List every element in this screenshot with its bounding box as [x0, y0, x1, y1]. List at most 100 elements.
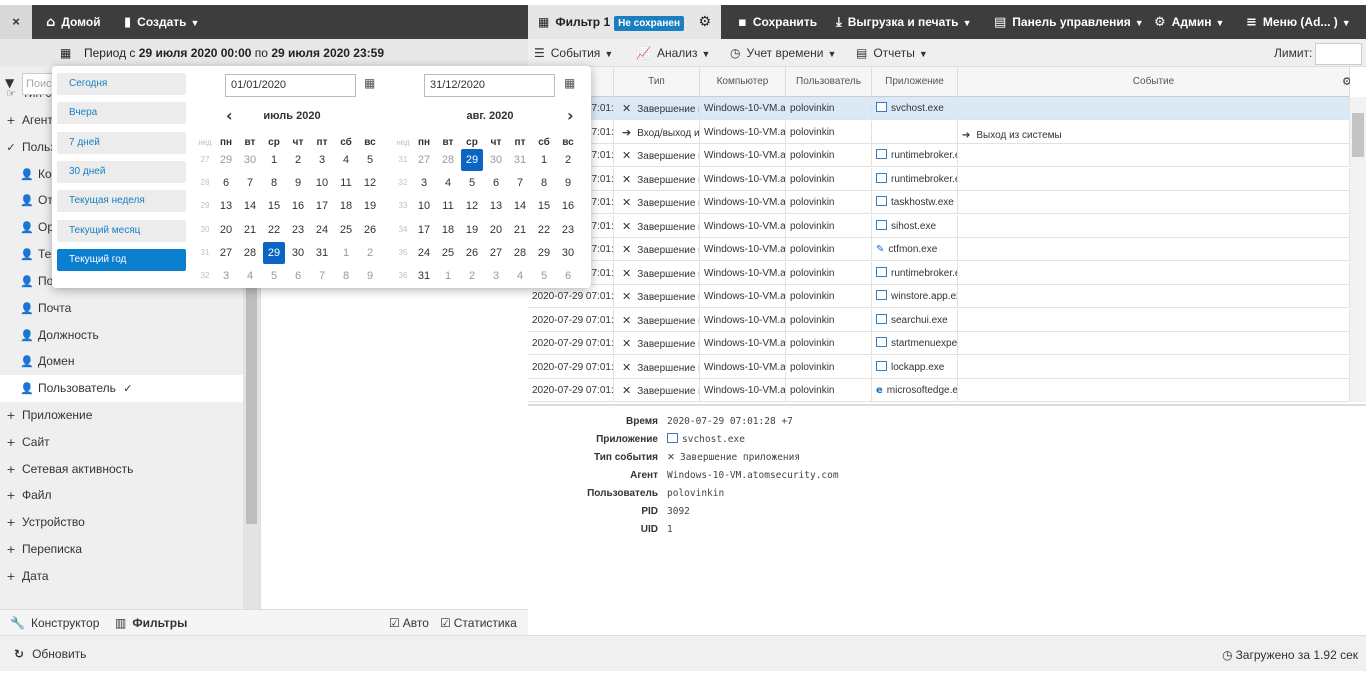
calendar-day[interactable]: 7 [509, 172, 531, 194]
sidebar-item[interactable]: + Файл [0, 482, 243, 509]
table-row[interactable]: 2020-07-29 07:01:28✕Завершение приложени… [528, 144, 1350, 167]
calendar-day[interactable]: 15 [533, 195, 555, 217]
calendar-day[interactable]: 22 [263, 219, 285, 241]
dashboard-menu[interactable]: ▤ Панель управления ▼ [994, 5, 1144, 39]
calendar-day[interactable]: 11 [335, 172, 357, 194]
preset-button[interactable]: Текущая неделя [57, 190, 186, 213]
calendar-day[interactable]: 20 [485, 219, 507, 241]
calendar-day[interactable]: 27 [215, 242, 237, 264]
calendar-day[interactable]: 8 [335, 265, 357, 287]
calendar-day[interactable]: 12 [461, 195, 483, 217]
table-row[interactable]: 2020-07-29 07:01:28✕Завершение приложени… [528, 97, 1350, 120]
tab-constructor[interactable]: 🔧 Конструктор [10, 610, 99, 636]
calendar-day[interactable]: 19 [461, 219, 483, 241]
calendar-day[interactable]: 31 [413, 265, 435, 287]
column-header[interactable]: Событие [958, 67, 1350, 97]
calendar-day[interactable]: 2 [287, 149, 309, 171]
sidebar-item[interactable]: + Переписка [0, 536, 243, 563]
calendar-day[interactable]: 3 [413, 172, 435, 194]
events-menu[interactable]: ☰ События ▼ [534, 39, 613, 67]
tab-filter-1[interactable]: ▦ Фильтр 1 Не сохранен ⚙ [528, 5, 721, 39]
calendar-day[interactable]: 2 [359, 242, 381, 264]
admin-menu[interactable]: ⚙ Админ ▼ [1154, 5, 1224, 39]
calendar-day[interactable]: 28 [437, 149, 459, 171]
calendar-day[interactable]: 24 [413, 242, 435, 264]
sidebar-item[interactable]: + Устройство [0, 509, 243, 536]
calendar-day[interactable]: 10 [311, 172, 333, 194]
calendar-day[interactable]: 6 [557, 265, 579, 287]
calendar-day[interactable]: 19 [359, 195, 381, 217]
calendar-day[interactable]: 1 [263, 149, 285, 171]
calendar-day[interactable]: 2 [557, 149, 579, 171]
calendar-day[interactable]: 30 [485, 149, 507, 171]
sidebar-item[interactable]: + Сайт [0, 429, 243, 456]
calendar-day[interactable]: 21 [239, 219, 261, 241]
preset-button[interactable]: Текущий год [57, 248, 186, 271]
export-menu[interactable]: ⤓ Выгрузка и печать ▼ [836, 5, 971, 39]
home-button[interactable]: ⌂ Домой [46, 5, 101, 39]
calendar-day[interactable]: 26 [359, 219, 381, 241]
date-to-input[interactable]: 31/12/2020 [424, 74, 555, 97]
auto-checkbox[interactable]: ☑ Авто [389, 610, 429, 636]
calendar-day[interactable]: 4 [437, 172, 459, 194]
sidebar-item[interactable]: 👤 Почта [0, 295, 243, 322]
calendar-day[interactable]: 29 [215, 149, 237, 171]
calendar-day[interactable]: 28 [509, 242, 531, 264]
sidebar-item[interactable]: 👤 Пользователь ✓ [0, 375, 243, 402]
calendar-day[interactable]: 18 [335, 195, 357, 217]
calendar-day[interactable]: 16 [557, 195, 579, 217]
calendar-day[interactable]: 5 [461, 172, 483, 194]
calendar-day[interactable]: 5 [533, 265, 555, 287]
calendar-day[interactable]: 25 [335, 219, 357, 241]
column-header[interactable]: Пользователь [786, 67, 872, 97]
calendar-day[interactable]: 4 [335, 149, 357, 171]
table-row[interactable]: 2020-07-29 07:01:28✕Завершение приложени… [528, 214, 1350, 238]
preset-button[interactable]: 7 дней [57, 131, 186, 154]
calendar-day[interactable]: 4 [509, 265, 531, 287]
sidebar-item[interactable]: + Дата [0, 563, 243, 590]
calendar-day[interactable]: 8 [533, 172, 555, 194]
calendar-day[interactable]: 15 [263, 195, 285, 217]
calendar-day[interactable]: 23 [287, 219, 309, 241]
calendar-icon[interactable]: ▦ [364, 76, 375, 90]
table-row[interactable]: 2020-07-29 07:01:28✕Завершение приложени… [528, 238, 1350, 261]
preset-button[interactable]: Сегодня [57, 73, 186, 95]
table-row[interactable]: 2020-07-29 07:01:28✕Завершение приложени… [528, 261, 1350, 285]
preset-button[interactable]: Текущий месяц [57, 219, 186, 242]
table-scrollbar[interactable] [1350, 97, 1366, 402]
calendar-day[interactable]: 17 [311, 195, 333, 217]
calendar-day[interactable]: 1 [533, 149, 555, 171]
calendar-day[interactable]: 26 [461, 242, 483, 264]
period-bar[interactable]: ▦ Период с 29 июля 2020 00:00 по 29 июля… [0, 39, 528, 66]
calendar-day[interactable]: 10 [413, 195, 435, 217]
calendar-day[interactable]: 14 [239, 195, 261, 217]
calendar-day[interactable]: 3 [311, 149, 333, 171]
calendar-day[interactable]: 12 [359, 172, 381, 194]
calendar-day[interactable]: 8 [263, 172, 285, 194]
statistics-checkbox[interactable]: ☑ Статистика [440, 610, 517, 636]
calendar-day[interactable]: 29 [461, 149, 483, 171]
column-header[interactable]: Компьютер [700, 67, 786, 97]
table-row[interactable]: 2020-07-29 07:01:28✕Завершение приложени… [528, 332, 1350, 355]
calendar-day[interactable]: 7 [239, 172, 261, 194]
calendar-day[interactable]: 13 [215, 195, 237, 217]
preset-button[interactable]: Вчера [57, 102, 186, 125]
calendar-day[interactable]: 27 [413, 149, 435, 171]
calendar-day[interactable]: 3 [215, 265, 237, 287]
chevron-left-icon[interactable]: ‹ [226, 106, 233, 125]
chevron-right-icon[interactable]: › [567, 106, 574, 125]
time-tracking-menu[interactable]: ◷ Учет времени ▼ [730, 39, 836, 67]
refresh-button[interactable]: ↻ Обновить [14, 636, 86, 672]
calendar-day[interactable]: 25 [437, 242, 459, 264]
calendar-day[interactable]: 23 [557, 219, 579, 241]
gear-icon[interactable]: ⚙ [698, 5, 711, 39]
calendar-day[interactable]: 6 [287, 265, 309, 287]
column-header[interactable]: Тип [614, 67, 700, 97]
save-button[interactable]: ▪ Сохранить [738, 5, 817, 39]
table-row[interactable]: 2020-07-29 07:01:28✕Завершение приложени… [528, 308, 1350, 332]
table-row[interactable]: 2020-07-29 07:01:28➔Вход/выход из систем… [528, 120, 1350, 151]
calendar-day[interactable]: 30 [557, 242, 579, 264]
columns-gear-icon[interactable]: ⚙ [1342, 75, 1350, 88]
table-row[interactable]: 2020-07-29 07:01:28✕Завершение приложени… [528, 379, 1350, 402]
close-button[interactable]: × [0, 5, 32, 39]
